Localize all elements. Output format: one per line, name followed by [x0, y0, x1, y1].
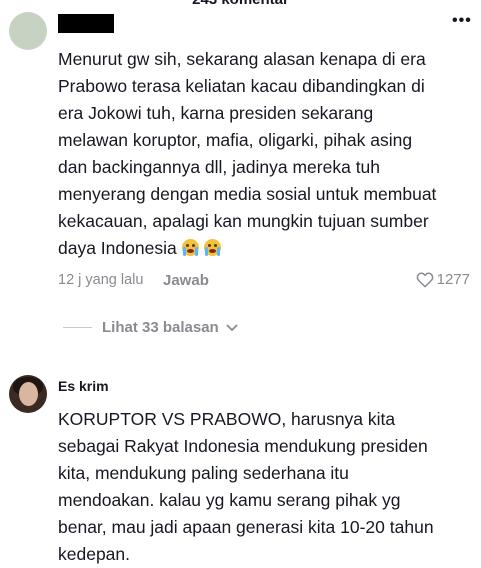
view-replies-label: Lihat 33 balasan [102, 319, 219, 336]
comment-line: melawan koruptor, mafia, oligarki, pihak… [58, 130, 413, 150]
redacted-username [58, 14, 114, 33]
like-count: 1277 [436, 271, 470, 288]
comment-line: menyerang dengan media sosial untuk memb… [58, 184, 437, 204]
heart-icon [416, 272, 433, 288]
comment-line: Menurut gw sih, sekarang alasan kenapa d… [58, 49, 426, 69]
like-button[interactable]: 1277 [416, 271, 470, 288]
comment-line: dan backingannya dll, jadinya mereka tuh [58, 157, 381, 177]
comment-line: kekacauan, apalagi kan mungkin tujuan su… [58, 211, 429, 231]
comment-count-title: 243 komentar [0, 0, 481, 8]
view-replies-button[interactable]: Lihat 33 balasan [63, 319, 238, 336]
divider [63, 327, 92, 328]
comment-line-text: daya Indonesia [58, 238, 177, 258]
comment-text: KORUPTOR VS PRABOWO, harusnya kita sebag… [58, 406, 470, 568]
comment-line: KORUPTOR VS PRABOWO, harusnya kita [58, 409, 396, 429]
comment-line: benar, mau jadi apaan generasi kita 10-2… [58, 517, 434, 537]
comment-line: mendoakan. kalau yg kamu serang pihak yg [58, 490, 401, 510]
comment-username[interactable]: Es krim [58, 378, 109, 394]
comment-line: Prabowo terasa keliatan kacau dibandingk… [58, 76, 425, 96]
chevron-down-icon [226, 324, 238, 331]
comment-text: Menurut gw sih, sekarang alasan kenapa d… [58, 46, 470, 262]
more-options-icon[interactable]: ••• [452, 12, 472, 30]
loudly-crying-face-icon [203, 239, 221, 256]
reply-button[interactable]: Jawab [163, 272, 209, 289]
avatar[interactable] [9, 12, 47, 50]
comment-line: kedepan. [58, 544, 131, 564]
comment-line: era Jokowi tuh, karna presiden sekarang [58, 103, 374, 123]
comment-line: sebagai Rakyat Indonesia mendukung presi… [58, 436, 428, 456]
comment-line-last: daya Indonesia [58, 235, 470, 262]
loudly-crying-face-icon [181, 239, 199, 256]
comment-line: kita, mendukung paling sederhana itu [58, 463, 349, 483]
comment-timestamp: 12 j yang lalu [58, 272, 144, 288]
avatar[interactable] [9, 375, 47, 413]
